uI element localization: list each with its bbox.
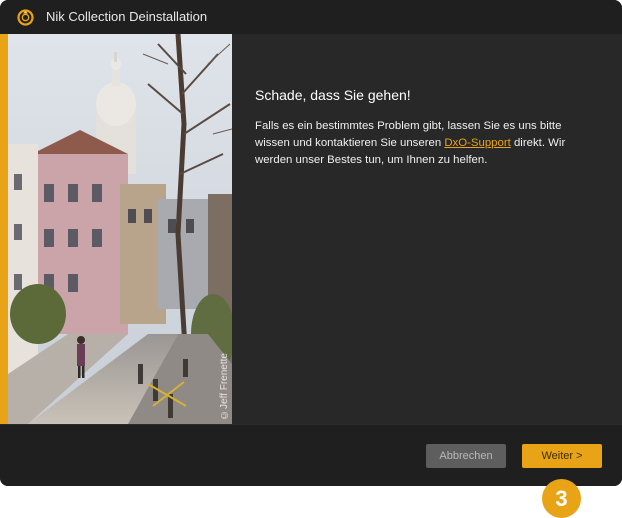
- nik-collection-logo-icon: [17, 9, 34, 26]
- button-bar: Abbrechen Weiter >: [0, 425, 622, 486]
- content-area: ©Jeff Frenette Schade, dass Sie gehen! F…: [0, 34, 622, 424]
- montmartre-photo: ©Jeff Frenette: [8, 34, 232, 424]
- farewell-message: Falls es ein bestimmtes Problem gibt, la…: [255, 118, 595, 169]
- next-button[interactable]: Weiter >: [522, 444, 602, 468]
- title-bar[interactable]: Nik Collection Deinstallation: [0, 0, 622, 34]
- farewell-heading: Schade, dass Sie gehen!: [255, 87, 411, 103]
- photo-credit: ©Jeff Frenette: [219, 353, 230, 420]
- step-number-badge: 3: [542, 479, 581, 518]
- accent-strip: [0, 34, 8, 424]
- dxo-support-link[interactable]: DxO-Support: [444, 137, 510, 149]
- window-title: Nik Collection Deinstallation: [46, 9, 208, 24]
- street-photo-illustration: [8, 34, 232, 424]
- uninstaller-window: Nik Collection Deinstallation ©Jeff Fren…: [0, 0, 622, 486]
- cancel-button[interactable]: Abbrechen: [426, 444, 506, 468]
